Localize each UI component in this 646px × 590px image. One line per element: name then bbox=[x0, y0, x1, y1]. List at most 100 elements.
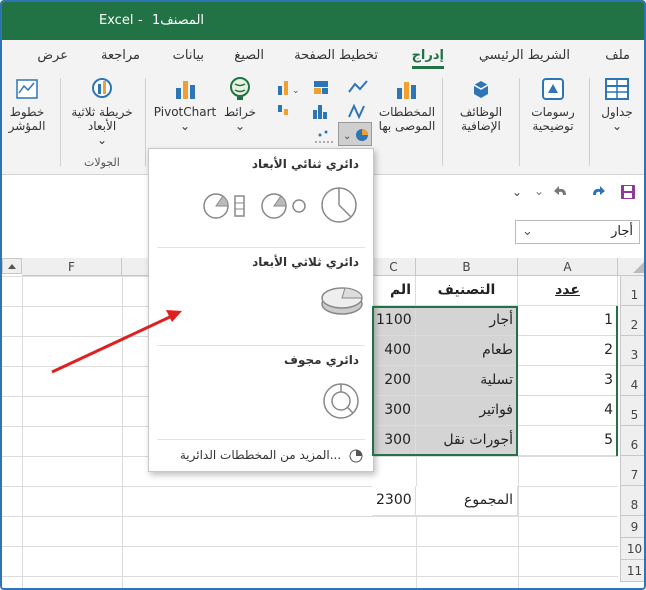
pivotchart-label: PivotChart bbox=[153, 105, 217, 119]
maps-button[interactable]: خرائط ⌄ bbox=[220, 76, 260, 133]
file-name: المصنف1 bbox=[152, 13, 205, 28]
maps-label: خرائط bbox=[223, 105, 257, 119]
dropdown-divider bbox=[157, 247, 365, 248]
row-header[interactable]: 2 bbox=[620, 306, 644, 336]
row-selection-marker bbox=[616, 306, 618, 456]
row-header[interactable]: 8 bbox=[620, 486, 644, 516]
redo-icon[interactable] bbox=[587, 183, 607, 201]
save-icon[interactable] bbox=[619, 183, 637, 201]
column-header-a[interactable]: A bbox=[518, 258, 618, 276]
excel-window: Excel - المصنف1 ملف الشريط الرئيسي إدراج… bbox=[0, 0, 646, 590]
scatter-chart-icon[interactable] bbox=[312, 126, 336, 144]
pie-chart-button[interactable]: ⌄ bbox=[338, 122, 372, 146]
name-box[interactable]: ⌄ أجار bbox=[515, 220, 640, 244]
tours-group-label: الجولات bbox=[84, 156, 120, 169]
row-header[interactable]: 9 bbox=[620, 516, 644, 538]
tab-review[interactable]: مراجعة bbox=[101, 48, 140, 63]
addins-label: الوظائف الإضافية bbox=[459, 105, 503, 133]
row-header[interactable]: 4 bbox=[620, 366, 644, 396]
row-header[interactable]: 5 bbox=[620, 396, 644, 426]
red-arrow-annotation bbox=[51, 310, 182, 374]
group-divider bbox=[442, 78, 443, 166]
cell-c4[interactable]: 200 bbox=[372, 366, 416, 396]
cell-a2[interactable]: 1 bbox=[518, 306, 618, 336]
cell-a4[interactable]: 3 bbox=[518, 366, 618, 396]
triangle-up-icon bbox=[8, 264, 16, 269]
globe-map-icon bbox=[230, 77, 250, 100]
group-divider bbox=[145, 78, 146, 166]
sparklines-button[interactable]: خطوط المؤشر bbox=[2, 76, 52, 133]
cell-c8[interactable]: 2300 bbox=[372, 486, 416, 516]
row-header[interactable]: 6 bbox=[620, 426, 644, 456]
cell-b3[interactable]: طعام bbox=[416, 336, 518, 366]
3d-map-button[interactable]: خريطة ثلاثية الأبعاد ⌄ bbox=[68, 76, 136, 147]
tab-data[interactable]: بيانات bbox=[173, 48, 204, 63]
chart-type-buttons: ⌄ ⌄ bbox=[264, 76, 372, 146]
column-header-c[interactable]: C bbox=[372, 258, 416, 276]
row-header[interactable]: 1 bbox=[620, 276, 644, 306]
column-chart-icon[interactable]: ⌄ bbox=[274, 78, 298, 96]
undo-icon[interactable] bbox=[552, 183, 572, 201]
row-header[interactable]: 3 bbox=[620, 336, 644, 366]
recommended-charts-label: المخططات الموصى بها bbox=[378, 105, 436, 133]
pie-chart-icon: ⌄ bbox=[343, 129, 368, 142]
cell-b8[interactable]: المجموع bbox=[416, 486, 518, 516]
bar-of-pie-option[interactable] bbox=[203, 191, 249, 221]
statistic-chart-icon[interactable] bbox=[310, 102, 334, 120]
chevron-down-icon: ⌄ bbox=[96, 133, 108, 147]
combo-chart-icon[interactable] bbox=[346, 102, 370, 120]
column-header-b[interactable]: B bbox=[416, 258, 518, 276]
more-pie-charts-link[interactable]: المزيد من المخططات الدائرية... bbox=[180, 448, 363, 463]
addins-button[interactable]: الوظائف الإضافية bbox=[449, 76, 513, 133]
cell-a5[interactable]: 4 bbox=[518, 396, 618, 426]
waterfall-chart-icon[interactable] bbox=[274, 102, 298, 120]
name-box-value: أجار bbox=[611, 224, 633, 239]
customize-toolbar-icon[interactable]: ⌄ bbox=[512, 185, 522, 199]
cell-b2[interactable]: أجار bbox=[416, 306, 518, 336]
row-header[interactable]: 10 bbox=[620, 538, 644, 560]
cell-a6[interactable]: 5 bbox=[518, 426, 618, 456]
row-header[interactable]: 7 bbox=[620, 456, 644, 486]
illustrations-label: رسومات توضيحية bbox=[531, 105, 575, 133]
column-letter: B bbox=[462, 260, 471, 274]
3d-map-label: خريطة ثلاثية الأبعاد bbox=[71, 105, 133, 133]
cell-a1[interactable]: عدد bbox=[518, 276, 618, 306]
pie-3d-option[interactable] bbox=[319, 284, 365, 318]
cell-c3[interactable]: 400 bbox=[372, 336, 416, 366]
cell-b4[interactable]: تسلية bbox=[416, 366, 518, 396]
tab-file[interactable]: ملف bbox=[605, 48, 630, 63]
tab-page-layout[interactable]: تخطيط الصفحة bbox=[294, 48, 378, 63]
recommended-charts-icon bbox=[397, 82, 416, 99]
cell-c6[interactable]: 300 bbox=[372, 426, 416, 456]
tab-home[interactable]: الشريط الرئيسي bbox=[479, 48, 570, 63]
cell-c5[interactable]: 300 bbox=[372, 396, 416, 426]
pie-of-pie-option[interactable] bbox=[261, 191, 309, 221]
cell-c1[interactable]: الم bbox=[372, 276, 416, 306]
illustrations-button[interactable]: رسومات توضيحية bbox=[527, 76, 579, 133]
ribbon-tabs: ملف الشريط الرئيسي إدراج تخطيط الصفحة ال… bbox=[2, 40, 644, 72]
scroll-up-button[interactable] bbox=[2, 258, 22, 274]
pivotchart-button[interactable]: PivotChart ⌄ bbox=[152, 76, 218, 133]
undo-dropdown-icon[interactable]: ⌄ bbox=[534, 184, 544, 198]
chevron-down-icon: ⌄ bbox=[522, 224, 533, 239]
tab-view[interactable]: عرض bbox=[37, 48, 68, 63]
cell-b6[interactable]: أجورات نقل bbox=[416, 426, 518, 456]
line-chart-icon[interactable] bbox=[346, 78, 370, 96]
doughnut-heading: دائري مجوف bbox=[284, 353, 359, 367]
pie-small-icon bbox=[349, 449, 363, 462]
cell-a3[interactable]: 2 bbox=[518, 336, 618, 366]
chevron-down-icon: ⌄ bbox=[611, 119, 623, 133]
recommended-charts-button[interactable]: المخططات الموصى بها bbox=[374, 76, 440, 133]
select-all-corner[interactable] bbox=[618, 258, 644, 276]
column-header-f[interactable]: F bbox=[22, 258, 122, 276]
cell-b5[interactable]: فواتير bbox=[416, 396, 518, 426]
cell-c2[interactable]: 1100 bbox=[372, 306, 416, 336]
tab-formulas[interactable]: الصيغ bbox=[234, 48, 264, 63]
pie-2d-option[interactable] bbox=[319, 185, 359, 225]
doughnut-option[interactable] bbox=[321, 381, 361, 421]
cell-b1[interactable]: التصنيف bbox=[416, 276, 518, 306]
tab-insert[interactable]: إدراج bbox=[411, 48, 445, 69]
hierarchy-chart-icon[interactable] bbox=[310, 78, 334, 96]
tables-button[interactable]: جداول ⌄ bbox=[597, 76, 637, 133]
row-header[interactable]: 11 bbox=[620, 560, 644, 582]
